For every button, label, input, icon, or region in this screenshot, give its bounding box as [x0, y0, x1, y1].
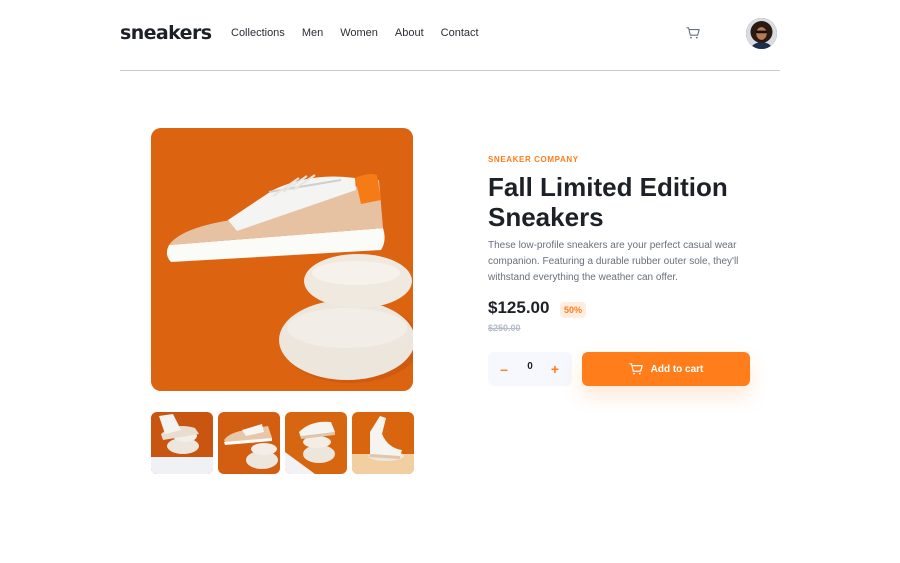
product-title: Fall Limited Edition Sneakers — [488, 172, 728, 232]
thumbnail-1[interactable] — [151, 412, 213, 474]
company-name: SNEAKER COMPANY — [488, 155, 579, 164]
cart-icon — [629, 363, 643, 375]
cart-icon[interactable] — [686, 27, 700, 39]
nav-contact[interactable]: Contact — [441, 27, 479, 39]
site-header: sneakers Collections Men Women About Con… — [120, 0, 780, 71]
thumbnail-strip — [151, 412, 414, 474]
nav-women[interactable]: Women — [340, 27, 378, 39]
decrease-quantity-button[interactable]: – — [497, 359, 511, 379]
nav-about[interactable]: About — [395, 27, 424, 39]
add-to-cart-label: Add to cart — [650, 363, 704, 375]
thumbnail-2[interactable] — [218, 412, 280, 474]
product-description: These low-profile sneakers are your perf… — [488, 240, 739, 283]
increase-quantity-button[interactable]: + — [548, 359, 562, 379]
user-avatar[interactable] — [746, 18, 777, 49]
discount-badge: 50% — [560, 302, 587, 318]
nav-collections[interactable]: Collections — [231, 27, 285, 39]
product-main-image[interactable] — [151, 128, 413, 391]
nav-men[interactable]: Men — [302, 27, 323, 39]
quantity-value: 0 — [527, 361, 533, 372]
logo[interactable]: sneakers — [120, 22, 212, 44]
quantity-stepper: – 0 + — [488, 352, 572, 386]
original-price: $250.00 — [488, 323, 521, 333]
current-price: $125.00 — [488, 298, 550, 317]
main-nav: Collections Men Women About Contact — [231, 27, 479, 39]
add-to-cart-button[interactable]: Add to cart — [582, 352, 750, 386]
thumbnail-4[interactable] — [352, 412, 414, 474]
thumbnail-3[interactable] — [285, 412, 347, 474]
